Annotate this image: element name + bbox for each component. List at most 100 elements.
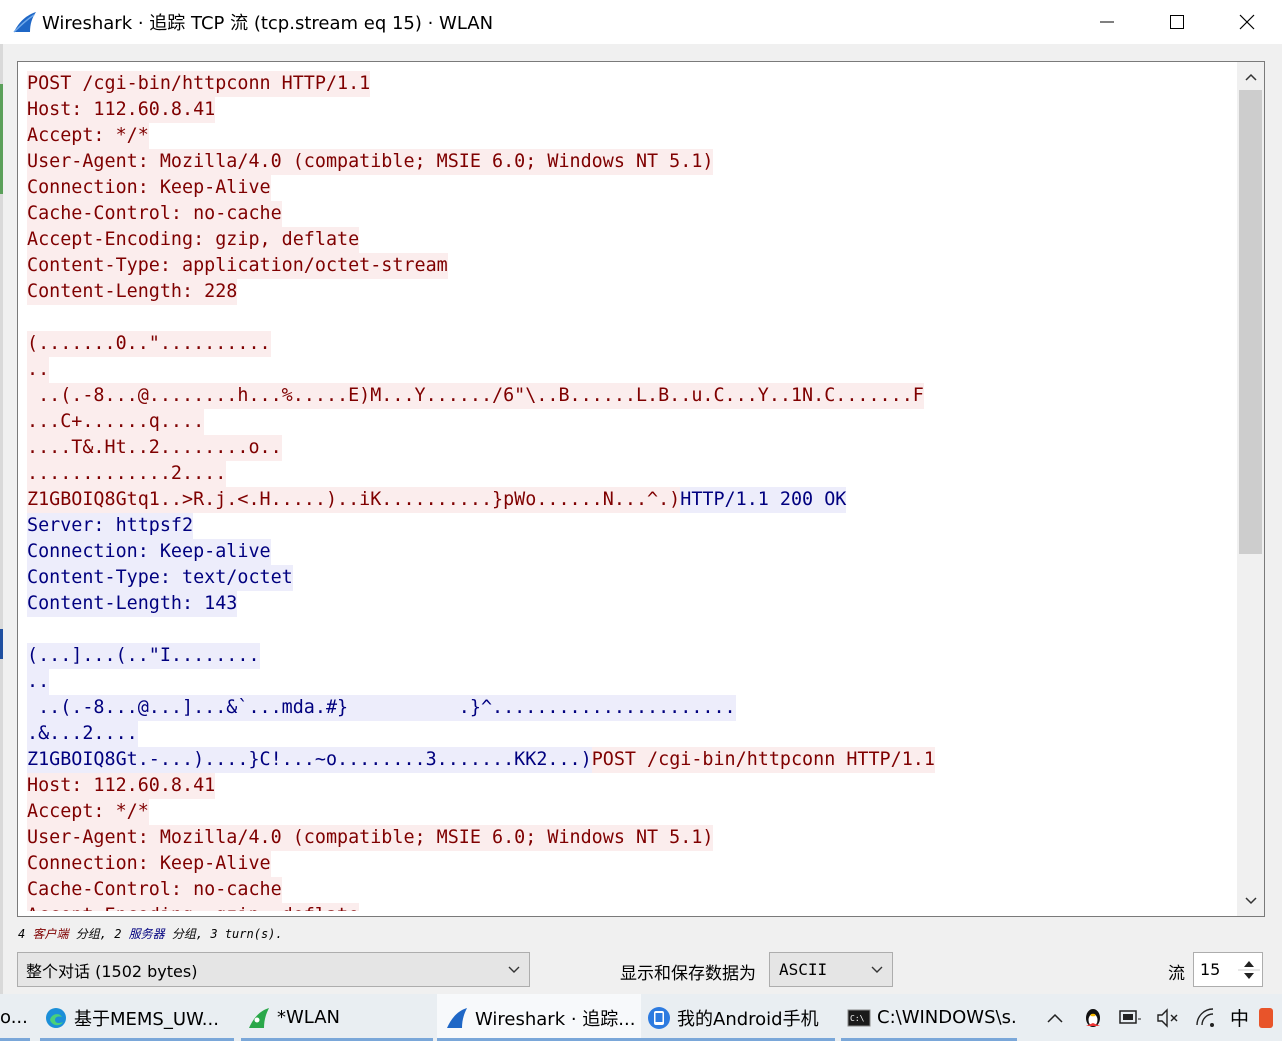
close-button[interactable] [1212,0,1282,44]
stream-number-value: 15 [1200,960,1221,979]
stream-line: User-Agent: Mozilla/4.0 (compatible; MSI… [27,149,1237,175]
client-data-segment: .. [27,357,50,383]
stream-line: POST /cgi-bin/httpconn HTTP/1.1 [27,71,1237,97]
taskbar-item-wlan[interactable]: *WLAN [241,994,433,1041]
conversation-select[interactable]: 整个对话 (1502 bytes) [17,952,530,987]
server-data-segment: Server: httpsf2 [27,513,194,539]
app-tray-icon[interactable] [1259,1006,1274,1030]
stream-line: (.......0..".......... [27,331,1237,357]
client-data-segment: Content-Length: 228 [27,279,238,305]
taskbar-item-label: *WLAN [277,1007,341,1028]
chevron-up-icon[interactable] [1046,1012,1064,1024]
stream-line: .. [27,357,1237,383]
scrollbar-thumb[interactable] [1239,90,1262,554]
system-tray: 中 [1046,994,1274,1041]
client-label: 客户端 [32,927,69,941]
minimize-button[interactable] [1072,0,1142,44]
taskbar-item-0[interactable]: o... [0,994,30,1041]
client-data-segment: Host: 112.60.8.41 [27,97,216,123]
stream-number-label: 流 [1168,964,1185,984]
stream-line: Content-Type: application/octet-stream [27,253,1237,279]
stream-line [27,305,1237,331]
client-data-segment: POST /cgi-bin/httpconn HTTP/1.1 [27,71,371,97]
client-data-segment: ....T&.Ht..2........o.. [27,435,282,461]
scroll-down-button[interactable] [1237,888,1264,914]
client-data-segment: Accept-Encoding: gzip, deflate [27,903,360,911]
client-data-segment: Host: 112.60.8.41 [27,773,216,799]
client-count: 4 [18,927,26,941]
ime-indicator[interactable]: 中 [1230,1004,1249,1031]
client-data-segment: Connection: Keep-Alive [27,175,271,201]
volume-muted-icon[interactable] [1156,1007,1180,1029]
client-data-segment: Cache-Control: no-cache [27,877,282,903]
vertical-scrollbar[interactable] [1237,62,1264,916]
close-icon [1239,14,1255,30]
taskbar-item-edge[interactable]: 基于MEMS_UW... [40,994,234,1041]
taskbar-item-label: 我的Android手机 [677,1008,819,1030]
taskbar-item-label: Wireshark · 追踪... [475,1008,636,1030]
stream-line: Cache-Control: no-cache [27,201,1237,227]
show-as-label: 显示和保存数据为 [620,964,756,984]
stream-line: .. [27,669,1237,695]
stream-line: Z1GBOIQ8Gt.-...)....}C!...~o........3...… [27,747,1237,773]
conversation-value: 整个对话 (1502 bytes) [26,961,198,981]
client-data-segment: (.......0..".......... [27,331,271,357]
server-label: 服务器 [128,927,165,941]
client-data-segment: User-Agent: Mozilla/4.0 (compatible; MSI… [27,149,714,175]
stream-line: Content-Length: 228 [27,279,1237,305]
title-bar: Wireshark · 追踪 TCP 流 (tcp.stream eq 15) … [0,0,1282,44]
background-window-edge [0,44,3,994]
edge-browser-icon [46,1007,66,1028]
stream-line: Connection: Keep-Alive [27,175,1237,201]
client-data-segment: Accept: */* [27,799,149,825]
stream-line: Accept: */* [27,123,1237,149]
qq-penguin-icon[interactable] [1082,1006,1104,1030]
turn-count: 3 turn(s). [210,927,283,941]
taskbar-item-cmd[interactable]: C:\ C:\WINDOWS\s... [841,994,1017,1041]
stream-line: Accept: */* [27,799,1237,825]
scroll-up-button[interactable] [1237,64,1264,90]
stepper-arrows-icon[interactable] [1238,955,1260,985]
stream-number-stepper[interactable]: 15 [1193,952,1263,987]
server-data-segment: Connection: Keep-alive [27,539,271,565]
encoding-value: ASCII [779,960,828,979]
wireshark-capture-icon [249,1007,269,1028]
stream-line: Accept-Encoding: gzip, deflate [27,227,1237,253]
stream-line: ....T&.Ht..2........o.. [27,435,1237,461]
server-data-segment: HTTP/1.1 200 OK [680,487,847,513]
wireshark-fin-icon [447,1007,467,1028]
stream-line: Host: 112.60.8.41 [27,97,1237,123]
server-suffix: 分组, [171,927,204,941]
stream-line: ...C+......q.... [27,409,1237,435]
server-count: 2 [114,927,122,941]
wifi-icon[interactable] [1194,1007,1218,1029]
stream-line: (...]...(.."I........ [27,643,1237,669]
network-icon[interactable] [1118,1007,1142,1029]
client-data-segment: User-Agent: Mozilla/4.0 (compatible; MSI… [27,825,714,851]
maximize-icon [1170,15,1184,29]
stream-line: ..(.-8...@...]...&`...mda.#} .}^........… [27,695,1237,721]
client-data-segment: ...C+......q.... [27,409,205,435]
maximize-button[interactable] [1142,0,1212,44]
client-data-segment: ..(.-8...@........h...%.....E)M...Y.....… [27,383,924,409]
chevron-down-icon [1244,897,1257,905]
chevron-down-icon [508,966,520,973]
stream-line: Connection: Keep-Alive [27,851,1237,877]
wireshark-fin-icon [13,12,36,33]
server-data-segment: Content-Length: 143 [27,591,238,617]
stream-content: POST /cgi-bin/httpconn HTTP/1.1 Host: 112… [27,71,1237,911]
taskbar-item-wireshark[interactable]: Wireshark · 追踪... [437,994,641,1041]
phone-app-icon [648,1006,670,1029]
server-data-segment: .. [27,669,50,695]
client-data-segment: Content-Type: application/octet-stream [27,253,448,279]
encoding-select[interactable]: ASCII [769,952,893,987]
server-data-segment: Content-Type: text/octet [27,565,293,591]
minimize-icon [1100,21,1114,23]
stream-text-area[interactable]: POST /cgi-bin/httpconn HTTP/1.1 Host: 112… [17,61,1265,917]
stream-line: Cache-Control: no-cache [27,877,1237,903]
chevron-up-icon [1244,73,1257,81]
stream-line: .............2.... [27,461,1237,487]
stream-line: Content-Length: 143 [27,591,1237,617]
taskbar-item-android[interactable]: 我的Android手机 [641,994,835,1041]
packet-summary: 4 客户端 分组, 2 服务器 分组, 3 turn(s). [18,925,283,942]
